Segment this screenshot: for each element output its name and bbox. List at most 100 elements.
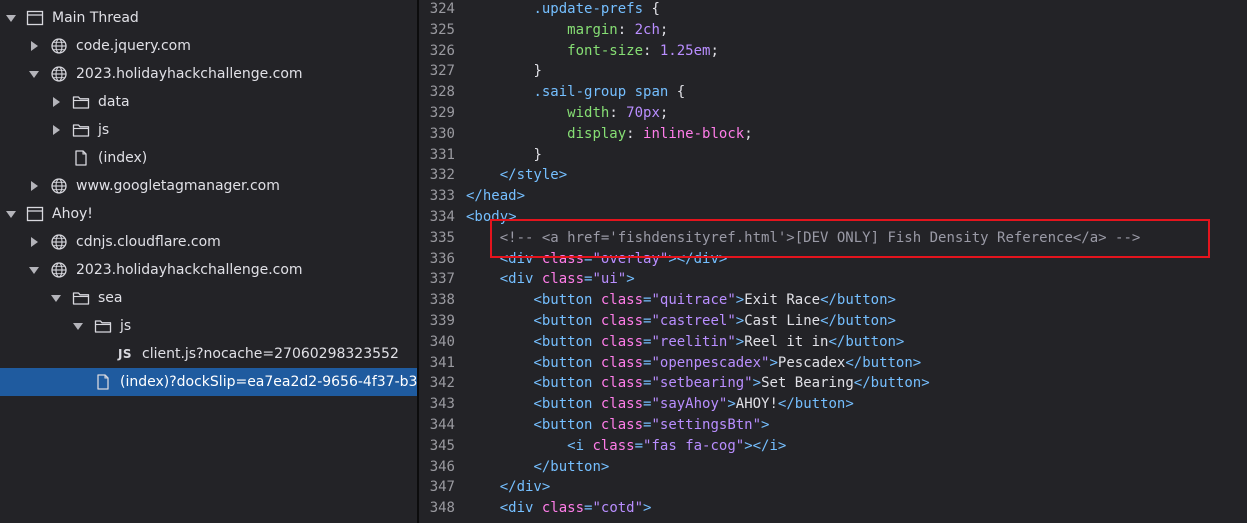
- line-number[interactable]: 334: [419, 207, 455, 228]
- line-number[interactable]: 346: [419, 457, 455, 478]
- code-line[interactable]: </head>: [466, 186, 525, 207]
- code-token-tag: ></i>: [744, 437, 787, 454]
- tree-item-label: cdnjs.cloudflare.com: [76, 234, 221, 250]
- line-number[interactable]: 333: [419, 186, 455, 207]
- collapsed-arrow-icon[interactable]: [28, 236, 40, 248]
- code-line[interactable]: <button class="openpescadex">Pescadex</b…: [466, 353, 921, 374]
- line-number[interactable]: 328: [419, 82, 455, 103]
- code-line[interactable]: <!-- <a href='fishdensityref.html'>[DEV …: [466, 228, 1141, 249]
- globe-icon: [50, 37, 68, 55]
- code-token-num: 70px: [626, 105, 660, 121]
- expanded-arrow-icon[interactable]: [5, 12, 17, 24]
- line-number[interactable]: 337: [419, 269, 455, 290]
- collapsed-arrow-icon[interactable]: [28, 40, 40, 52]
- code-line[interactable]: <div class="overlay"></div>: [466, 249, 728, 270]
- code-token-tag: </button>: [533, 458, 610, 475]
- code-line[interactable]: margin: 2ch;: [466, 20, 668, 41]
- line-number[interactable]: 324: [419, 0, 455, 20]
- code-token-attr: class: [592, 437, 635, 454]
- code-token-sp: [466, 63, 533, 79]
- code-token-attr: class: [600, 333, 644, 350]
- code-token-tag: >: [626, 271, 635, 288]
- code-token-sp: [466, 479, 500, 495]
- line-number[interactable]: 342: [419, 373, 455, 394]
- code-token-prop: font-size: [567, 42, 644, 59]
- code-token-sp: [466, 167, 500, 183]
- collapsed-arrow-icon[interactable]: [50, 96, 62, 108]
- line-number[interactable]: 338: [419, 290, 455, 311]
- tree-item-2023-holidayhackchallenge-com[interactable]: 2023.holidayhackchallenge.com: [0, 60, 417, 88]
- tree-item-index[interactable]: (index): [0, 144, 417, 172]
- line-number[interactable]: 335: [419, 228, 455, 249]
- code-line[interactable]: <div class="cotd">: [466, 498, 652, 519]
- line-number[interactable]: 327: [419, 61, 455, 82]
- code-line[interactable]: <body>: [466, 207, 517, 228]
- line-number[interactable]: 325: [419, 20, 455, 41]
- tree-item-2023-holidayhackchallenge-com[interactable]: 2023.holidayhackchallenge.com: [0, 256, 417, 284]
- code-line[interactable]: }: [466, 61, 541, 82]
- code-line[interactable]: <button class="setbearing">Set Bearing</…: [466, 373, 929, 394]
- line-number[interactable]: 348: [419, 498, 455, 519]
- tree-item-data[interactable]: data: [0, 88, 417, 116]
- code-line[interactable]: .sail-group span {: [466, 82, 685, 103]
- code-token-tag: >: [735, 333, 745, 350]
- tree-item-code-jquery-com[interactable]: code.jquery.com: [0, 32, 417, 60]
- code-line[interactable]: <button class="sayAhoy">AHOY!</button>: [466, 394, 853, 415]
- tree-item-sea[interactable]: sea: [0, 284, 417, 312]
- tree-item-js[interactable]: js: [0, 312, 417, 340]
- line-number[interactable]: 326: [419, 41, 455, 62]
- code-line[interactable]: </button>: [466, 457, 609, 478]
- tree-item-main-thread[interactable]: Main Thread: [0, 4, 417, 32]
- code-line[interactable]: <button class="settingsBtn">: [466, 415, 769, 436]
- code-line[interactable]: </div>: [466, 477, 551, 498]
- code-line[interactable]: width: 70px;: [466, 103, 668, 124]
- expanded-arrow-icon[interactable]: [5, 208, 17, 220]
- code-token-sp: [466, 230, 500, 246]
- tree-item-index-dockslip-ea7ea2d2-9656-4f37-b358[interactable]: (index)?dockSlip=ea7ea2d2-9656-4f37-b358: [0, 368, 417, 396]
- code-token-txt: Pescadex: [777, 354, 846, 371]
- expanded-arrow-icon[interactable]: [50, 292, 62, 304]
- code-line[interactable]: display: inline-block;: [466, 124, 752, 145]
- expanded-arrow-icon[interactable]: [28, 68, 40, 80]
- code-token-attr: class: [541, 271, 585, 288]
- line-number[interactable]: 331: [419, 145, 455, 166]
- line-number[interactable]: 332: [419, 165, 455, 186]
- code-line[interactable]: }: [466, 145, 541, 166]
- code-line[interactable]: <button class="reelitin">Reel it in</but…: [466, 332, 904, 353]
- line-number[interactable]: 340: [419, 332, 455, 353]
- line-number[interactable]: 339: [419, 311, 455, 332]
- code-token-com: <!-- <a href='fishdensityref.html'>[DEV …: [499, 229, 1141, 246]
- line-number[interactable]: 336: [419, 249, 455, 270]
- code-token-sp: [466, 126, 567, 142]
- code-line[interactable]: <i class="fas fa-cog"></i>: [466, 436, 786, 457]
- code-token-attr: class: [600, 313, 644, 329]
- tree-item-js[interactable]: js: [0, 116, 417, 144]
- code-line[interactable]: </style>: [466, 165, 567, 186]
- tree-item-client-js-nocache-27060298323552[interactable]: JS client.js?nocache=27060298323552: [0, 340, 417, 368]
- code-line[interactable]: <div class="ui">: [466, 269, 635, 290]
- code-token-str: "setbearing": [651, 375, 753, 392]
- line-number[interactable]: 347: [419, 477, 455, 498]
- line-number[interactable]: 343: [419, 394, 455, 415]
- code-line[interactable]: font-size: 1.25em;: [466, 41, 719, 62]
- line-number[interactable]: 341: [419, 353, 455, 374]
- collapsed-arrow-icon[interactable]: [28, 180, 40, 192]
- code-token-str: "cotd": [592, 500, 644, 517]
- line-number[interactable]: 344: [419, 415, 455, 436]
- code-line[interactable]: <button class="quitrace">Exit Race</butt…: [466, 290, 895, 311]
- expanded-arrow-icon[interactable]: [28, 264, 40, 276]
- tree-item-cdnjs-cloudflare-com[interactable]: cdnjs.cloudflare.com: [0, 228, 417, 256]
- collapsed-arrow-icon[interactable]: [50, 124, 62, 136]
- code-token-sp: [466, 292, 533, 308]
- expanded-arrow-icon[interactable]: [72, 320, 84, 332]
- code-line[interactable]: .update-prefs {: [466, 0, 659, 20]
- code-token-tag: </button>: [828, 333, 905, 350]
- tree-item-www-googletagmanager-com[interactable]: www.googletagmanager.com: [0, 172, 417, 200]
- line-number[interactable]: 345: [419, 436, 455, 457]
- code-token-tag: <button: [533, 313, 601, 329]
- line-number[interactable]: 329: [419, 103, 455, 124]
- code-token-str: "ui": [592, 271, 627, 288]
- tree-item-ahoy[interactable]: Ahoy!: [0, 200, 417, 228]
- line-number[interactable]: 330: [419, 124, 455, 145]
- code-line[interactable]: <button class="castreel">Cast Line</butt…: [466, 311, 895, 332]
